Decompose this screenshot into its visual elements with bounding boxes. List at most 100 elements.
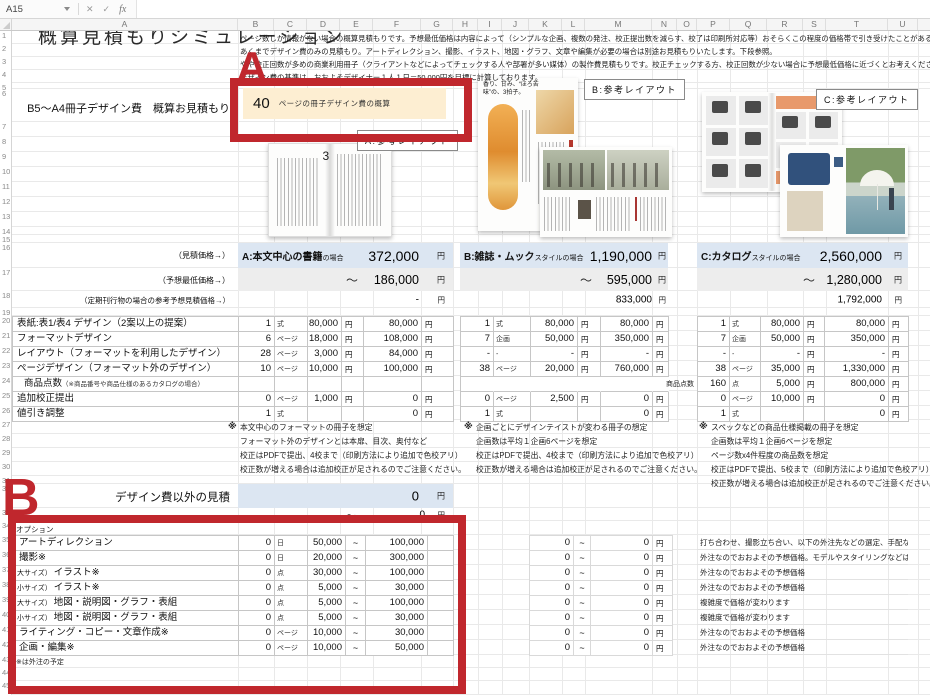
column-header[interactable]: I xyxy=(478,18,502,30)
quantity-cell[interactable]: 1 xyxy=(461,407,494,422)
yen-cell: 円 xyxy=(889,317,909,332)
row-number[interactable]: 29 xyxy=(0,448,12,462)
column-header[interactable]: T xyxy=(826,18,888,30)
column-header[interactable]: J xyxy=(502,18,529,30)
min-band-b[interactable]: ～ 595,000 円 xyxy=(460,268,668,291)
row-number[interactable]: 3 xyxy=(0,57,12,70)
quantity-cell[interactable]: 1 xyxy=(239,317,275,332)
column-header[interactable]: E xyxy=(340,18,373,30)
note-line: 校正はPDFで提出、4校まで（印刷方法により追加で色校アリ） xyxy=(240,449,454,463)
column-header[interactable]: K xyxy=(529,18,562,30)
min-band-c[interactable]: ～ 1,280,000 円 xyxy=(697,268,908,291)
unit-cell: ページ xyxy=(730,392,761,407)
formula-input[interactable] xyxy=(136,0,930,18)
note-mark: ※ xyxy=(699,421,708,432)
price-row: 7 企画 50,000 円 350,000 円 xyxy=(461,332,669,347)
quantity-cell[interactable]: 1 xyxy=(239,407,275,422)
row-number[interactable]: 7 xyxy=(0,122,12,137)
note-line: 校正数が増える場合は追加校正が足されるのでご注意ください。 xyxy=(711,477,911,491)
row-number[interactable]: 28 xyxy=(0,434,12,448)
column-header[interactable]: Q xyxy=(730,18,767,30)
select-all-corner[interactable] xyxy=(0,18,12,30)
total-band-c[interactable]: C:カタログスタイルの場合 2,560,000 円 xyxy=(697,243,908,268)
column-header[interactable]: F xyxy=(373,18,421,30)
quantity-cell[interactable]: 160 xyxy=(698,377,730,392)
quantity-cell[interactable] xyxy=(239,377,275,392)
quantity-cell[interactable]: 28 xyxy=(239,347,275,362)
row-number[interactable]: 8 xyxy=(0,137,12,152)
row-number[interactable]: 12 xyxy=(0,197,12,212)
periodical-band-b[interactable]: 833,000 円 xyxy=(460,291,668,308)
row-number[interactable]: 11 xyxy=(0,182,12,197)
quantity-cell[interactable]: 7 xyxy=(698,332,730,347)
total-band-b[interactable]: B:雑誌・ムックスタイルの場合 1,190,000 円 xyxy=(460,243,668,268)
row-number[interactable]: 10 xyxy=(0,167,12,182)
function-icon[interactable]: fx xyxy=(119,4,126,15)
row-number[interactable]: 19 xyxy=(0,308,12,316)
row-number[interactable]: 23 xyxy=(0,361,12,376)
unit-price-cell: 1,000 xyxy=(308,392,342,407)
periodical-band-a[interactable]: - 円 xyxy=(238,291,453,308)
dance-photo-left xyxy=(543,150,605,190)
quantity-cell[interactable]: 0 xyxy=(239,392,275,407)
quantity-cell[interactable]: 0 xyxy=(461,392,494,407)
total-band-a[interactable]: A:本文中心の書籍の場合 372,000 円 xyxy=(238,243,453,268)
row-number[interactable]: 22 xyxy=(0,346,12,361)
confirm-icon[interactable]: ✓ xyxy=(103,4,111,15)
column-header[interactable]: L xyxy=(562,18,585,30)
column-header[interactable]: O xyxy=(677,18,697,30)
row-number[interactable]: 27 xyxy=(0,420,12,434)
amount-cell: 80,000 xyxy=(364,317,422,332)
column-header[interactable]: R xyxy=(767,18,803,30)
yen-cell: 円 xyxy=(342,392,364,407)
row-number[interactable]: 4 xyxy=(0,70,12,83)
name-box[interactable]: A15 xyxy=(0,0,64,18)
unit-price-cell: 5,000 xyxy=(761,377,804,392)
column-header[interactable]: S xyxy=(803,18,826,30)
quantity-cell[interactable]: - xyxy=(461,347,494,362)
tilde-cell: ~ xyxy=(574,566,591,581)
price-row: - - - 円 - 円 xyxy=(698,347,909,362)
quantity-cell[interactable]: 6 xyxy=(239,332,275,347)
periodical-band-c[interactable]: 1,792,000 円 xyxy=(697,291,908,308)
extra-total-band[interactable]: 0 円 xyxy=(238,484,453,508)
column-header[interactable]: D xyxy=(307,18,340,30)
annotation-box-b xyxy=(8,515,466,694)
quantity-cell[interactable]: 10 xyxy=(239,362,275,377)
quantity-cell[interactable]: 7 xyxy=(461,332,494,347)
note-line: 校正数が増える場合は追加校正が足されるのでご注意ください。 xyxy=(476,463,704,477)
quantity-cell[interactable]: 1 xyxy=(461,317,494,332)
yen-cell: 円 xyxy=(653,611,673,626)
row-number[interactable]: 13 xyxy=(0,212,12,227)
row-number[interactable]: 9 xyxy=(0,152,12,167)
row-number[interactable]: 15 xyxy=(0,235,12,243)
row-number[interactable]: 26 xyxy=(0,406,12,420)
column-header[interactable]: A xyxy=(12,18,238,30)
yen-label: 円 xyxy=(437,274,445,285)
row-number[interactable]: 14 xyxy=(0,227,12,235)
quantity-cell[interactable]: - xyxy=(698,347,730,362)
column-header[interactable]: P xyxy=(697,18,730,30)
quantity-cell[interactable]: 38 xyxy=(461,362,494,377)
min-band-a[interactable]: ～ 186,000 円 xyxy=(238,268,453,291)
row-number[interactable]: 2 xyxy=(0,44,12,57)
column-header[interactable]: B xyxy=(238,18,274,30)
quantity-cell[interactable]: 1 xyxy=(698,407,730,422)
quantity-cell[interactable] xyxy=(461,377,494,392)
column-header[interactable]: H xyxy=(453,18,478,30)
column-header[interactable]: U xyxy=(888,18,918,30)
row-number[interactable]: 1 xyxy=(0,31,12,44)
row-number[interactable]: 25 xyxy=(0,391,12,406)
quantity-cell[interactable]: 1 xyxy=(698,317,730,332)
row-number[interactable]: 24 xyxy=(0,376,12,391)
column-header[interactable]: N xyxy=(652,18,677,30)
quantity-cell[interactable]: 0 xyxy=(698,392,730,407)
row-number[interactable]: 21 xyxy=(0,331,12,346)
quantity-cell[interactable]: 38 xyxy=(698,362,730,377)
column-header[interactable]: M xyxy=(585,18,652,30)
namebox-dropdown-icon[interactable] xyxy=(64,7,70,11)
column-header[interactable]: G xyxy=(421,18,453,30)
column-header[interactable]: C xyxy=(274,18,307,30)
row-number[interactable]: 20 xyxy=(0,316,12,331)
cancel-icon[interactable]: ✕ xyxy=(86,4,94,15)
